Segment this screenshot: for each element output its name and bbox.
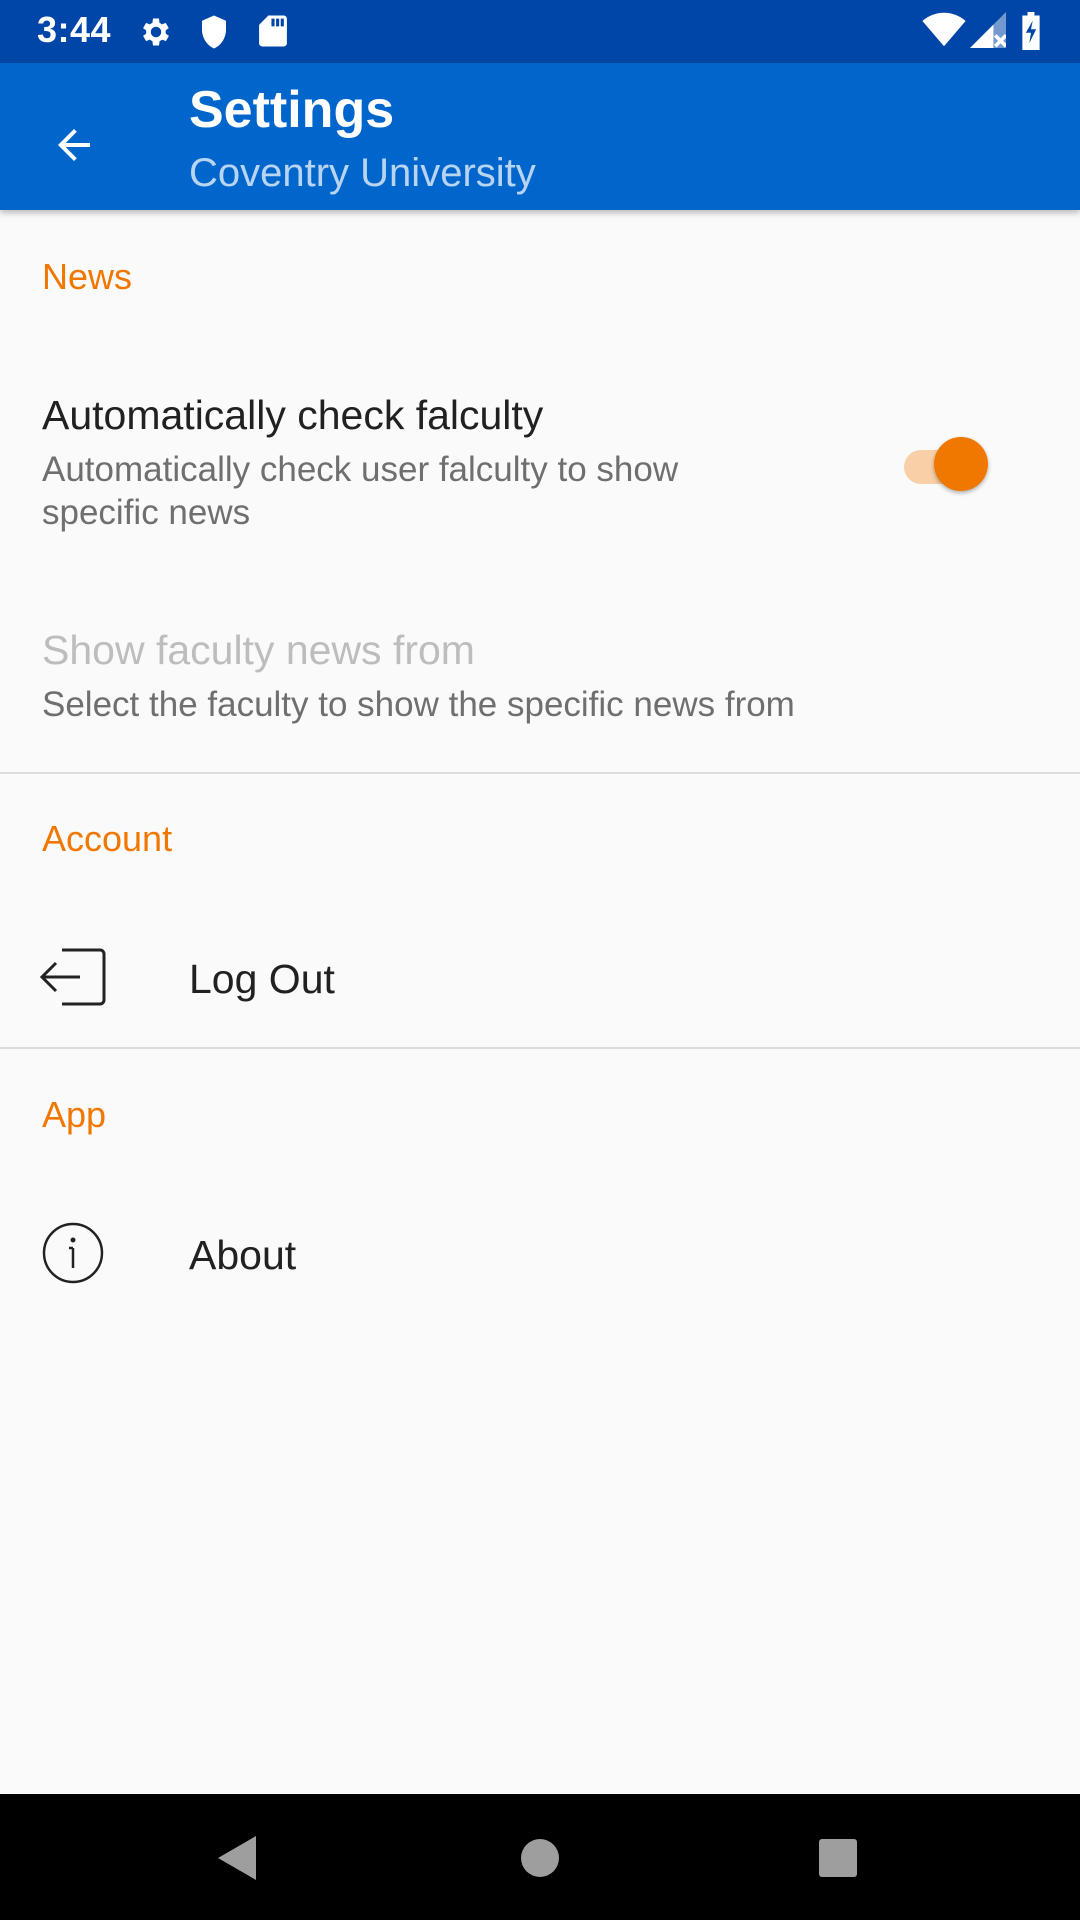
arrow-back-icon: [50, 121, 98, 174]
auto-check-faculty-title: Automatically check falculty: [42, 392, 544, 438]
info-icon: [42, 1222, 104, 1289]
status-bar: 3:44: [0, 0, 1080, 63]
wifi-icon: [922, 12, 966, 48]
section-header-account: Account: [42, 818, 173, 859]
about-label: About: [189, 1232, 297, 1278]
section-header-news: News: [42, 256, 133, 297]
page-subtitle: Coventry University: [189, 151, 536, 195]
shield-icon: [198, 14, 230, 50]
battery-charging-icon: [1020, 12, 1042, 50]
logout-label: Log Out: [189, 956, 335, 1002]
logout-icon: [38, 946, 108, 1013]
navigation-bar: [0, 1794, 1080, 1920]
nav-recents-icon[interactable]: [818, 1838, 858, 1883]
page-title: Settings: [189, 81, 395, 139]
back-button[interactable]: [30, 103, 118, 191]
about-button[interactable]: About: [0, 1196, 1080, 1316]
gear-icon: [138, 14, 174, 50]
faculty-news-title: Show faculty news from: [42, 627, 475, 673]
faculty-news-summary: Select the faculty to show the specific …: [42, 685, 795, 724]
status-time: 3:44: [37, 9, 112, 50]
auto-check-faculty-toggle[interactable]: [900, 437, 990, 491]
auto-check-faculty-summary-line2: specific news: [42, 493, 251, 532]
nav-home-icon[interactable]: [520, 1838, 560, 1883]
divider: [0, 1047, 1080, 1049]
app-bar: Settings Coventry University: [0, 63, 1080, 210]
logout-button[interactable]: Log Out: [0, 920, 1080, 1040]
auto-check-faculty-summary-line1: Automatically check user falculty to sho…: [42, 450, 679, 489]
faculty-news-preference: Show faculty news from Select the facult…: [0, 610, 1080, 760]
toggle-thumb: [934, 437, 988, 491]
divider: [0, 772, 1080, 774]
cell-signal-icon: [970, 12, 1006, 48]
sd-card-icon: [258, 14, 288, 48]
nav-back-icon[interactable]: [216, 1834, 258, 1887]
section-header-app: App: [42, 1094, 107, 1135]
